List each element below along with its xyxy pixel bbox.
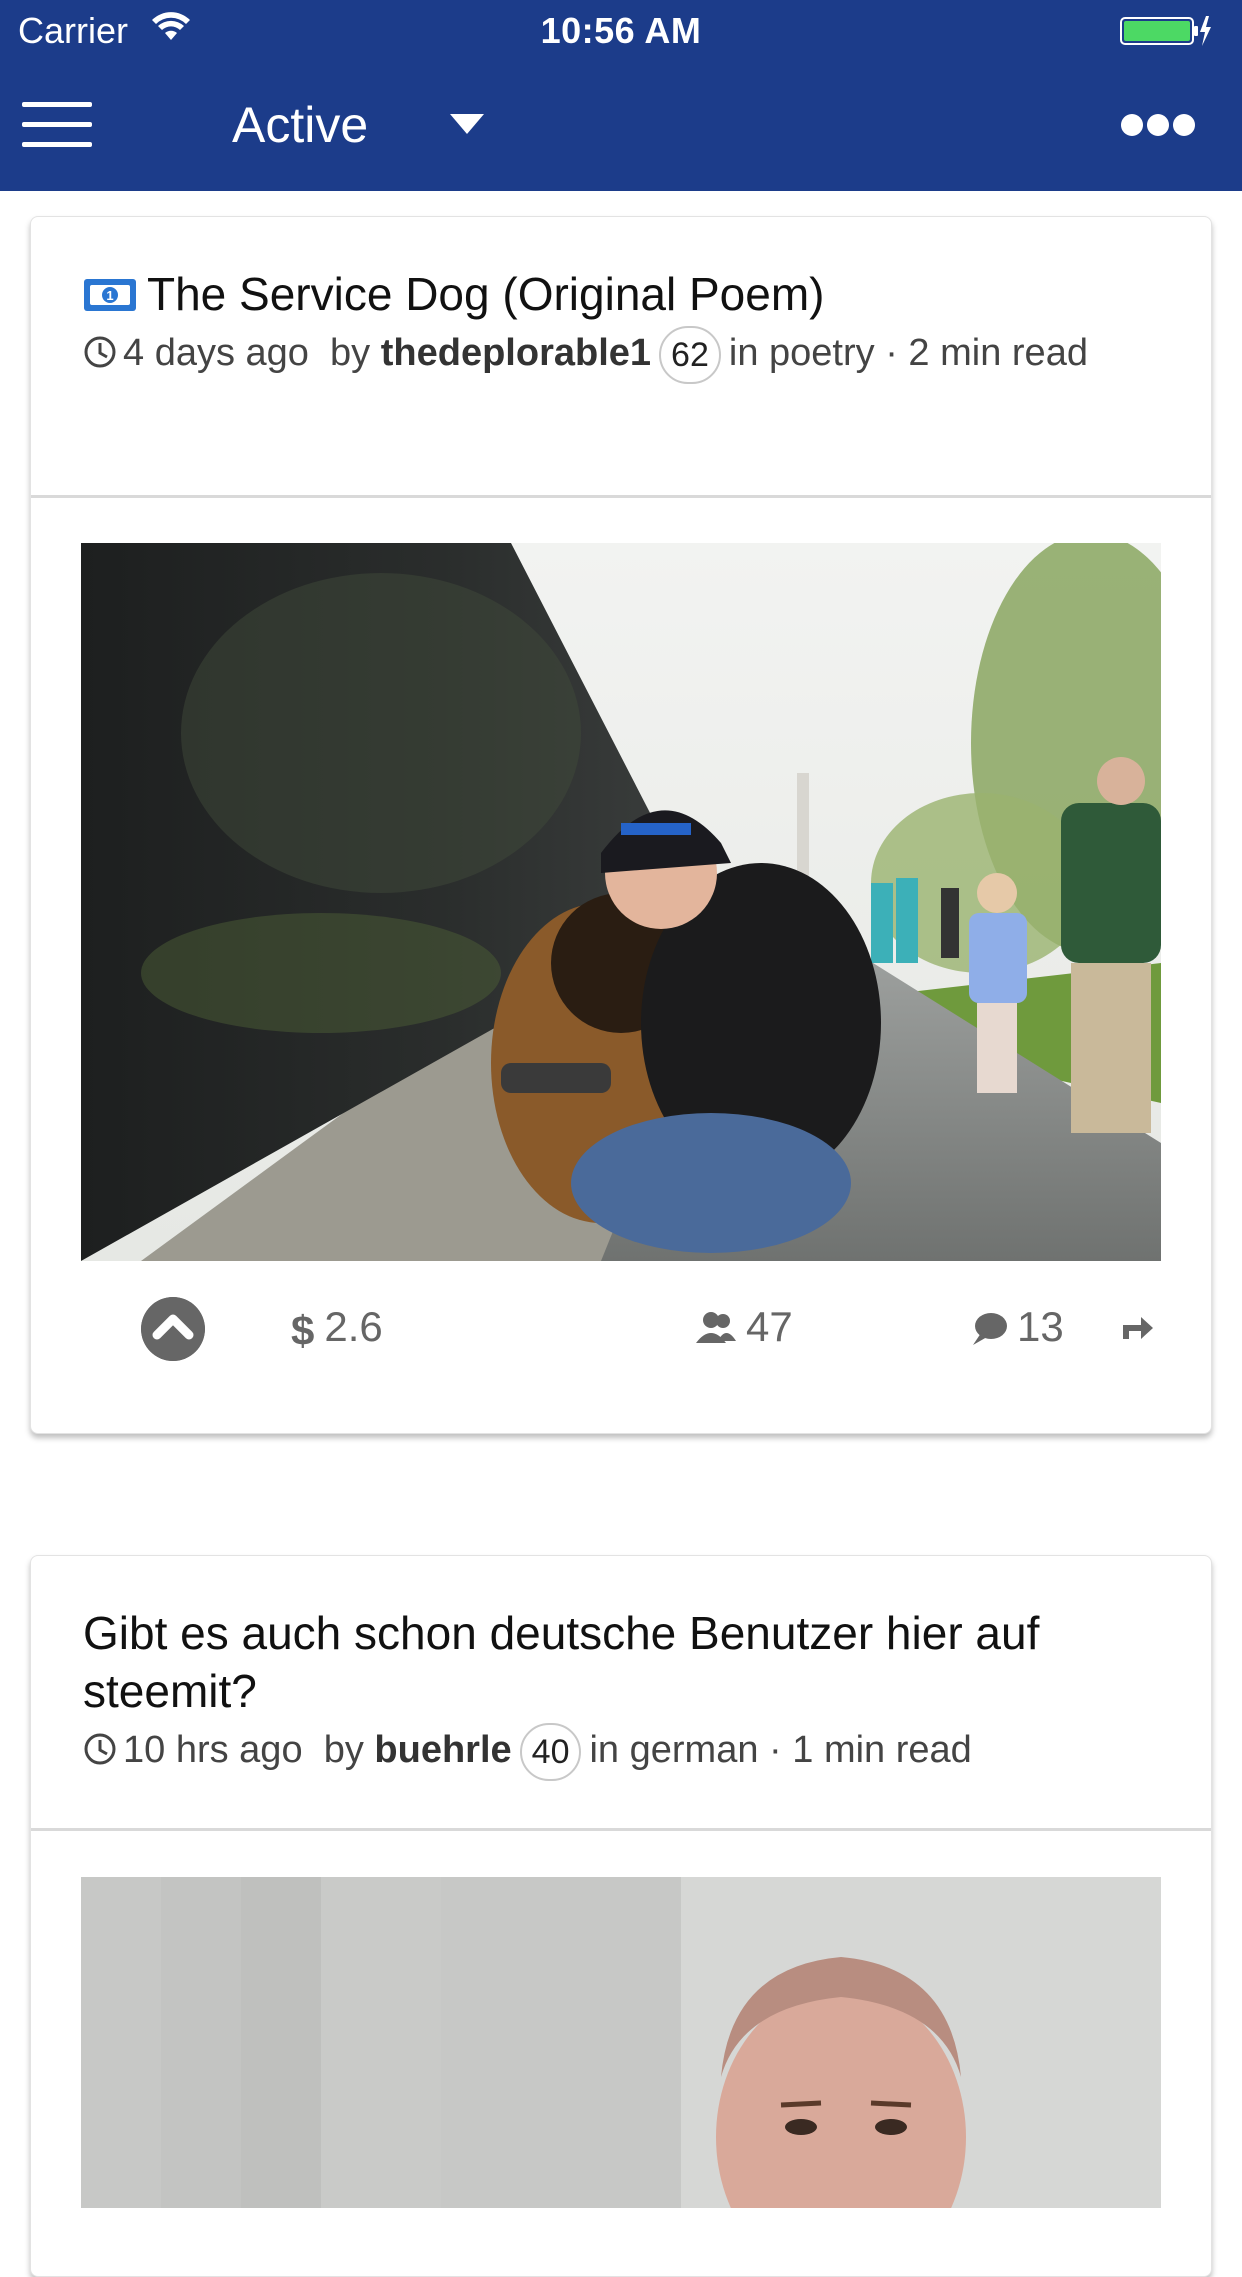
post-actions: $2.6 47 13: [111, 1289, 1191, 1369]
dollar-icon: $: [291, 1307, 315, 1354]
post-image[interactable]: [81, 1877, 1161, 2208]
post-image[interactable]: [81, 543, 1161, 1261]
card-divider: [31, 495, 1211, 498]
feed-selector-title[interactable]: Active: [232, 96, 368, 154]
voters[interactable]: 47: [696, 1303, 793, 1351]
comments[interactable]: 13: [971, 1303, 1064, 1351]
read-time: 1 min read: [792, 1729, 972, 1771]
more-icon[interactable]: [1120, 112, 1196, 138]
post-title[interactable]: Gibt es auch schon deutsche Benutzer hie…: [83, 1604, 1159, 1720]
in-label: in: [589, 1729, 620, 1771]
comments-count: 13: [1017, 1303, 1064, 1350]
status-bar: Carrier 10:56 AM: [0, 0, 1242, 62]
caret-down-icon[interactable]: [450, 114, 484, 136]
promoted-icon: 1: [84, 279, 136, 311]
reputation-badge: 62: [659, 325, 721, 384]
menu-icon[interactable]: [22, 102, 92, 150]
battery-icon: [1120, 16, 1211, 46]
comments-icon: [973, 1313, 1007, 1345]
voters-icon: [696, 1312, 736, 1343]
meta-separator: ·: [885, 332, 898, 374]
category-link[interactable]: german: [630, 1729, 759, 1771]
post-time: 10 hrs ago: [123, 1729, 303, 1771]
read-time: 2 min read: [908, 332, 1088, 374]
voters-count: 47: [746, 1303, 793, 1350]
nav-bar: Active: [0, 62, 1242, 191]
post-time: 4 days ago: [123, 332, 309, 374]
post-title-text: The Service Dog (Original Poem): [147, 268, 825, 320]
clock-icon: [84, 1733, 116, 1765]
post-meta: 4 days ago by thedeplorable1 62 in poetry …: [83, 323, 1159, 384]
author-link[interactable]: buehrle: [374, 1729, 511, 1771]
svg-text:1: 1: [106, 288, 113, 303]
post-title[interactable]: 1 The Service Dog (Original Poem): [83, 265, 1159, 323]
in-label: in: [728, 332, 759, 374]
card-divider: [31, 1828, 1211, 1831]
clock-icon: [84, 336, 116, 368]
post-card[interactable]: 1 The Service Dog (Original Poem) 4 days…: [30, 216, 1212, 1434]
post-title-text: Gibt es auch schon deutsche Benutzer hie…: [83, 1607, 1040, 1717]
payout[interactable]: $2.6: [291, 1303, 383, 1355]
by-label: by: [323, 1729, 364, 1771]
post-meta: 10 hrs ago by buehrle 40 in german · 1 min…: [83, 1720, 1159, 1781]
upvote-icon[interactable]: [141, 1297, 205, 1361]
clock-time: 10:56 AM: [540, 10, 702, 51]
payout-value: 2.6: [324, 1303, 383, 1350]
app-header: Carrier 10:56 AM Active: [0, 0, 1242, 191]
meta-separator: ·: [769, 1729, 782, 1771]
share-icon[interactable]: [1119, 1313, 1155, 1341]
reputation-badge: 40: [519, 1722, 582, 1781]
category-link[interactable]: poetry: [769, 332, 875, 374]
author-link[interactable]: thedeplorable1: [381, 332, 651, 374]
by-label: by: [330, 332, 371, 374]
